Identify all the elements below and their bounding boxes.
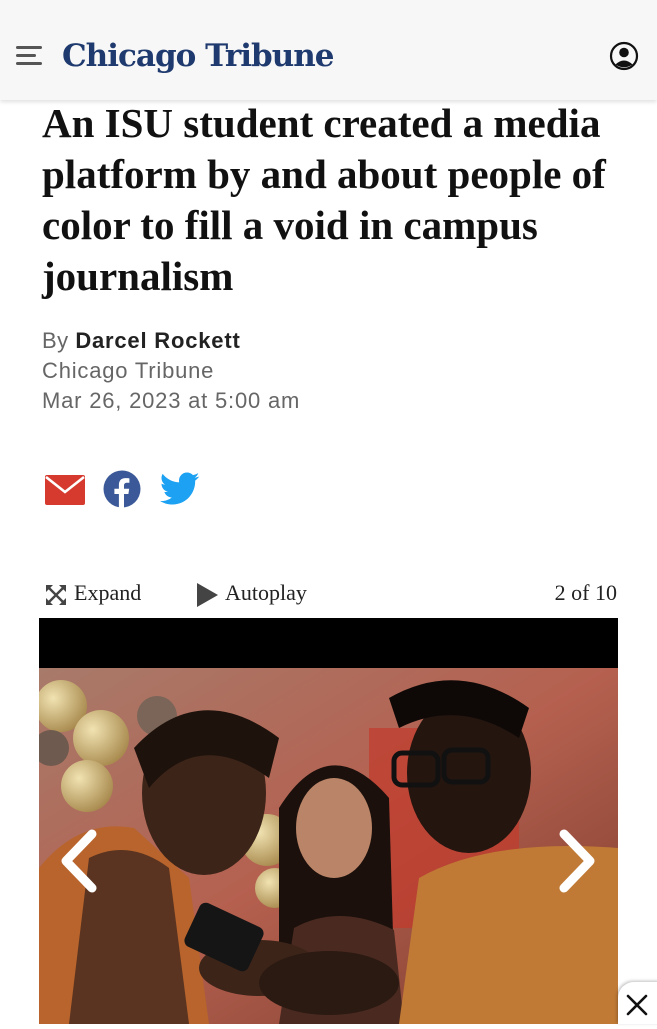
facebook-icon[interactable] [103,470,141,508]
photo-gallery[interactable] [39,618,618,1024]
hamburger-menu-icon[interactable] [16,44,44,68]
byline-prefix: By [42,328,69,353]
user-account-icon[interactable] [609,41,639,71]
gallery-photo [39,668,618,1024]
expand-icon [46,584,66,605]
site-header: Chicago Tribune [0,0,657,100]
twitter-icon[interactable] [160,472,200,506]
byline: By Darcel Rockett [42,326,241,356]
autoplay-label: Autoplay [225,580,307,605]
publish-date: Mar 26, 2023 at 5:00 am [42,388,301,413]
email-icon[interactable] [44,474,86,506]
site-logo[interactable]: Chicago Tribune [62,34,334,78]
autoplay-button[interactable]: Autoplay [195,578,307,608]
close-icon [626,994,648,1016]
gallery-counter: 2 of 10 [554,580,617,605]
expand-label: Expand [74,580,142,605]
expand-button[interactable]: Expand [44,578,141,608]
chevron-right-icon[interactable] [556,828,600,894]
author-name[interactable]: Darcel Rockett [75,328,240,353]
byline-source: Chicago Tribune [42,358,215,383]
article-headline: An ISU student created a media platform … [42,100,606,299]
play-icon [197,582,218,607]
chevron-left-icon[interactable] [56,828,100,894]
close-ad-button[interactable] [618,982,657,1024]
